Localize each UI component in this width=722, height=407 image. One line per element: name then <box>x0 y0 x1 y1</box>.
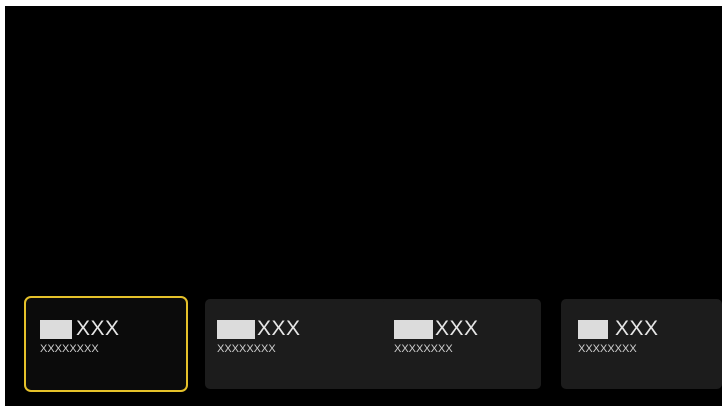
card-subtitle: XXXXXXXX <box>394 343 453 355</box>
card-title: XXX <box>435 317 479 340</box>
input-source-icon <box>578 319 608 339</box>
card-row: XXX XXXXXXXX XXX XXXXXXXX XXX XXXXXXXX X… <box>5 296 722 396</box>
input-source-icon <box>217 319 255 339</box>
card-title: XXX <box>615 317 659 340</box>
card-header: XXX <box>217 318 301 340</box>
card-header: XXX <box>394 318 479 340</box>
card-header: XXX <box>40 318 120 340</box>
card-title: XXX <box>76 317 120 340</box>
card-subtitle: XXXXXXXX <box>40 343 99 355</box>
tv-screen: XXX XXXXXXXX XXX XXXXXXXX XXX XXXXXXXX X… <box>5 6 722 406</box>
card-header: XXX <box>578 318 659 340</box>
input-source-icon <box>40 319 72 339</box>
card-title: XXX <box>257 317 301 340</box>
card-4[interactable]: XXX XXXXXXXX <box>561 299 722 389</box>
card-subtitle: XXXXXXXX <box>578 343 637 355</box>
card-3[interactable]: XXX XXXXXXXX <box>383 299 541 389</box>
card-1[interactable]: XXX XXXXXXXX <box>24 296 188 392</box>
input-source-icon <box>394 319 433 339</box>
card-subtitle: XXXXXXXX <box>217 343 276 355</box>
